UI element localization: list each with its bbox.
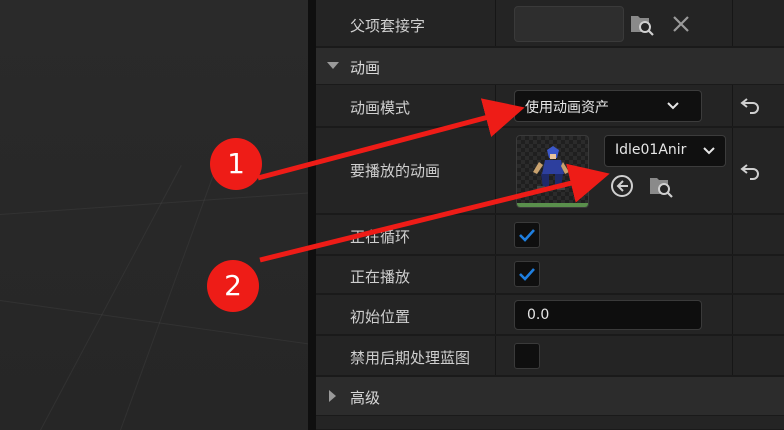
disable-post-process-label: 禁用后期处理蓝图 [350, 349, 471, 367]
row-animation-mode: 动画模式 使用动画资产 [316, 85, 784, 127]
initial-position-input[interactable]: 0.0 [514, 300, 702, 330]
details-panel: 父项套接字 动画 动画模式 使用动画资产 要播放的动画 Idle01Anir 正… [316, 0, 784, 430]
animation-mode-label: 动画模式 [350, 99, 411, 117]
use-selected-arrow-icon[interactable] [610, 174, 634, 202]
playing-checkbox[interactable] [514, 261, 540, 287]
chevron-down-icon [703, 147, 715, 155]
advanced-category-label: 高级 [350, 389, 381, 407]
initial-position-value: 0.0 [527, 307, 550, 323]
parent-socket-label: 父项套接字 [350, 17, 426, 35]
row-initial-position: 初始位置 0.0 [316, 295, 784, 335]
disable-post-process-checkbox[interactable] [514, 343, 540, 369]
checkmark-icon [519, 229, 535, 242]
row-parent-socket: 父项套接字 [316, 0, 784, 47]
folder-search-icon[interactable] [648, 174, 674, 202]
row-next [316, 416, 784, 430]
panel-divider[interactable] [308, 0, 316, 430]
animation-mode-value: 使用动画资产 [525, 100, 609, 116]
checkmark-icon [519, 268, 535, 281]
expanded-arrow-icon [326, 58, 340, 75]
reset-to-default-icon[interactable] [740, 162, 760, 184]
initial-position-label: 初始位置 [350, 308, 411, 326]
row-looping: 正在循环 [316, 215, 784, 255]
character-preview-icon [533, 146, 569, 190]
row-disable-post-process: 禁用后期处理蓝图 [316, 336, 784, 376]
looping-checkbox[interactable] [514, 222, 540, 248]
close-icon[interactable] [672, 15, 690, 37]
parent-socket-field[interactable] [514, 6, 624, 42]
animation-to-play-label: 要播放的动画 [350, 162, 441, 180]
asset-type-bar [517, 203, 588, 207]
row-playing: 正在播放 [316, 256, 784, 294]
animation-thumbnail[interactable] [516, 135, 589, 208]
animation-mode-dropdown[interactable]: 使用动画资产 [514, 90, 702, 122]
playing-label: 正在播放 [350, 268, 411, 286]
folder-search-icon[interactable] [629, 12, 655, 40]
looping-label: 正在循环 [350, 228, 411, 246]
reset-to-default-icon[interactable] [740, 96, 760, 118]
collapsed-arrow-icon [326, 389, 340, 406]
chevron-down-icon [667, 102, 679, 110]
category-animation[interactable]: 动画 [316, 48, 784, 84]
annotation-badge-2: 2 [207, 260, 259, 312]
level-viewport[interactable] [0, 0, 310, 430]
animation-asset-value: Idle01Anir [615, 142, 687, 158]
animation-category-label: 动画 [350, 59, 381, 77]
animation-asset-dropdown[interactable]: Idle01Anir [604, 135, 726, 167]
annotation-badge-1: 1 [210, 138, 262, 190]
category-advanced[interactable]: 高级 [316, 377, 784, 415]
